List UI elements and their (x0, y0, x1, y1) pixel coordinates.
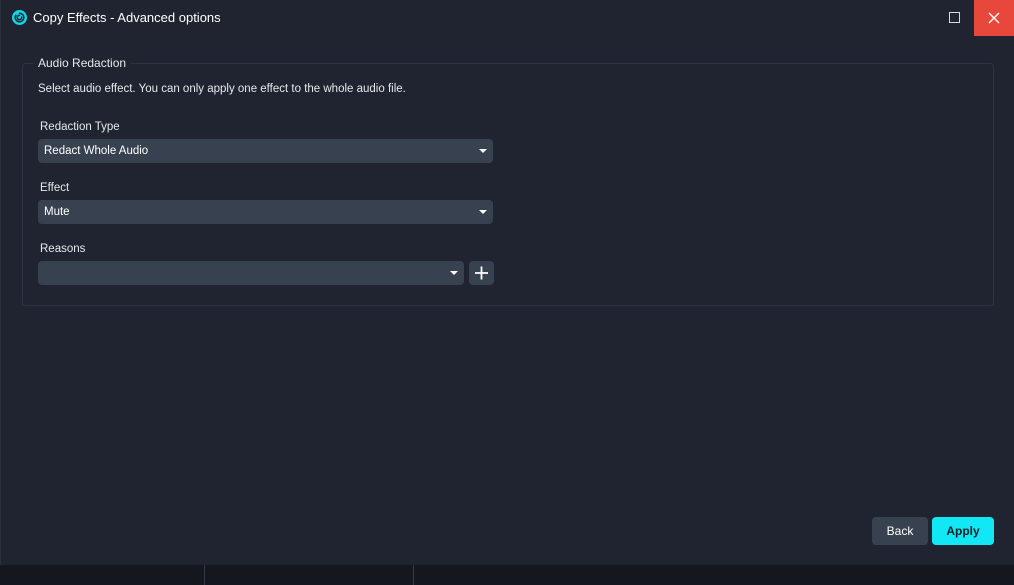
group-description: Select audio effect. You can only apply … (38, 83, 406, 95)
close-button[interactable] (974, 0, 1014, 36)
caret-down-icon (450, 271, 458, 275)
effect-select[interactable]: Mute (38, 200, 493, 224)
effect-value: Mute (44, 206, 70, 218)
plus-icon (475, 266, 488, 280)
taskbar-divider (413, 565, 414, 585)
reasons-select[interactable] (38, 261, 464, 285)
apply-button[interactable]: Apply (932, 517, 994, 545)
add-reason-button[interactable] (469, 261, 494, 285)
taskbar-divider (204, 565, 205, 585)
window-title: Copy Effects - Advanced options (33, 10, 221, 25)
reasons-label: Reasons (40, 243, 86, 255)
redaction-type-label: Redaction Type (40, 121, 120, 133)
caret-down-icon (479, 210, 487, 214)
close-icon (988, 12, 1000, 24)
effect-label: Effect (40, 182, 70, 194)
title-bar: Copy Effects - Advanced options (1, 0, 1014, 36)
audio-redaction-group: Audio Redaction Select audio effect. You… (22, 56, 994, 306)
group-legend: Audio Redaction (33, 56, 132, 70)
maximize-icon (949, 12, 960, 23)
app-logo-icon (12, 10, 27, 25)
background-taskbar (0, 565, 1014, 585)
redaction-type-select[interactable]: Redact Whole Audio (38, 139, 493, 163)
dialog-window: Copy Effects - Advanced options Audio Re… (0, 0, 1014, 565)
redaction-type-value: Redact Whole Audio (44, 145, 149, 157)
maximize-button[interactable] (933, 0, 975, 36)
back-button[interactable]: Back (872, 517, 928, 545)
caret-down-icon (479, 149, 487, 153)
